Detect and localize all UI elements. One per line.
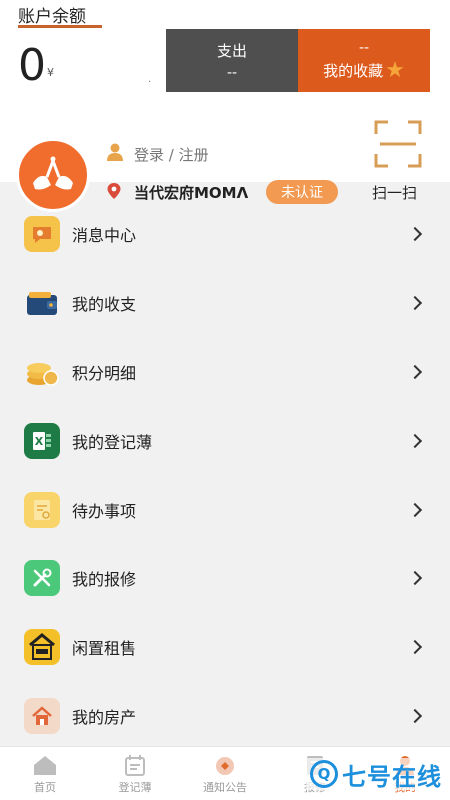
menu-list: 消息中心 我的收支 积分明细 X 我的登记薄 待办事项 我的报修 闲置租售 我的… (0, 200, 450, 750)
coins-icon (24, 354, 60, 390)
avatar[interactable] (16, 138, 90, 212)
house-sale-icon (24, 629, 60, 666)
menu-label-register-book: 我的登记薄 (72, 432, 153, 452)
menu-item-idle-rental[interactable]: 闲置租售 (0, 613, 450, 682)
menu-item-register-book[interactable]: X 我的登记薄 (0, 406, 450, 475)
scan-icon[interactable] (374, 120, 422, 168)
tab-label-home: 首页 (34, 781, 56, 794)
tab-register[interactable]: 登记薄 (90, 747, 180, 800)
expense-button[interactable]: 支出 -- (166, 29, 298, 92)
menu-label-messages: 消息中心 (72, 226, 137, 246)
home-icon (32, 753, 58, 777)
watermark-logo-icon: Q (310, 760, 338, 788)
login-register-link[interactable]: 登录 / 注册 (134, 144, 209, 165)
chevron-right-icon (407, 502, 423, 517)
menu-item-repair[interactable]: 我的报修 (0, 544, 450, 613)
summary-panel: 支出 -- -- 我的收藏 ★ (166, 29, 430, 92)
expense-title: 支出 (216, 42, 247, 60)
balance-underline (18, 25, 102, 28)
watermark-text: 七号在线 (342, 762, 442, 791)
register-icon (122, 753, 148, 777)
balance-label: 账户余额 (18, 7, 86, 27)
menu-item-income-expense[interactable]: 我的收支 (0, 269, 450, 338)
tab-notice[interactable]: 通知公告 (180, 747, 270, 800)
menu-item-my-property[interactable]: 我的房产 (0, 682, 450, 751)
menu-item-points[interactable]: 积分明细 (0, 338, 450, 407)
message-icon (24, 216, 60, 253)
favorites-title: 我的收藏 (323, 62, 384, 80)
balance-unit: ¥ (47, 66, 54, 79)
property-icon (24, 697, 60, 734)
expense-value: -- (226, 65, 238, 81)
excel-icon: X (24, 422, 60, 459)
todo-icon (24, 491, 60, 528)
menu-label-todo: 待办事项 (72, 501, 137, 521)
menu-label-idle-rental: 闲置租售 (72, 639, 137, 659)
menu-label-my-property: 我的房产 (72, 707, 137, 727)
chevron-right-icon (407, 708, 423, 724)
balance-dot: . (148, 74, 152, 85)
tab-label-notice: 通知公告 (203, 781, 247, 794)
watermark: Q 七号在线 (306, 758, 446, 791)
menu-label-repair: 我的报修 (72, 570, 137, 590)
chevron-right-icon (407, 571, 423, 586)
favorites-value: -- (358, 40, 370, 56)
chevron-right-icon (407, 227, 423, 242)
notice-icon (212, 753, 238, 777)
tab-home[interactable]: 首页 (0, 747, 90, 800)
favorites-button[interactable]: -- 我的收藏 ★ (298, 29, 430, 92)
svg-text:X: X (35, 435, 44, 448)
star-icon: ★ (385, 57, 405, 83)
location-pin-icon (106, 182, 122, 200)
repair-icon (24, 560, 60, 597)
tab-label-register: 登记薄 (118, 781, 152, 794)
menu-item-todo[interactable]: 待办事项 (0, 475, 450, 544)
balance-value: 0 (18, 40, 46, 91)
menu-label-points: 积分明细 (72, 363, 137, 383)
user-icon (105, 142, 125, 162)
menu-label-income-expense: 我的收支 (72, 295, 137, 315)
wallet-icon (24, 285, 60, 321)
chevron-right-icon (407, 640, 423, 655)
chevron-right-icon (407, 364, 423, 380)
menu-item-messages[interactable]: 消息中心 (0, 200, 450, 269)
chevron-right-icon (407, 433, 423, 448)
chevron-right-icon (407, 296, 423, 311)
